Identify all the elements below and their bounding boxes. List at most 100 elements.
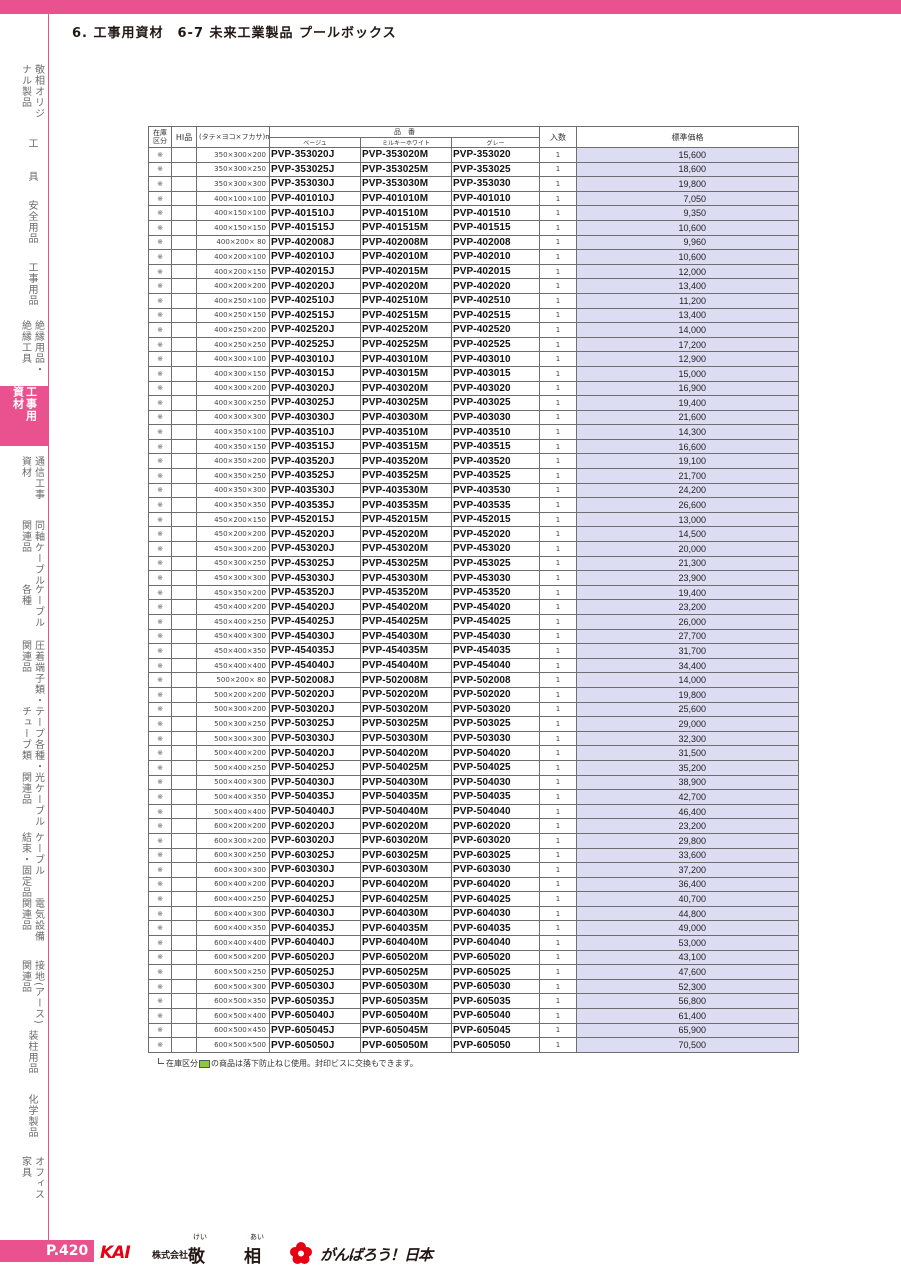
stock-mark: ※ (148, 891, 172, 907)
sidebar-category-10[interactable]: テープ各種・ チューブ類 (14, 706, 48, 772)
code-gray: PVP-605045 (450, 1022, 541, 1039)
code-beige: PVP-453025J (269, 555, 361, 572)
sidebar-category-label: ケーブル (32, 584, 44, 628)
code-gray: PVP-453030 (450, 570, 541, 586)
stock-mark: ※ (148, 555, 172, 572)
price-cell: 23,900 (576, 570, 800, 586)
sidebar-category-5[interactable]: 工事用 資材 (0, 386, 48, 446)
qty-cell: 1 (539, 789, 578, 805)
stock-mark: ※ (148, 234, 172, 251)
sidebar-category-label: 結束・固定品 (19, 832, 31, 898)
sidebar-category-label: 圧着端子類・ (32, 640, 44, 706)
code-gray: PVP-604025 (450, 891, 541, 907)
hi-cell (171, 701, 197, 718)
stock-mark: ※ (148, 614, 172, 630)
stock-mark: ※ (148, 468, 172, 484)
code-beige: PVP-403515J (269, 438, 361, 455)
code-beige: PVP-605050J (269, 1037, 361, 1053)
sidebar-category-4[interactable]: 絶縁用品・ 絶縁工具 (14, 320, 48, 380)
code-gray: PVP-353020 (450, 147, 541, 163)
company-name-2: 相 (244, 1247, 261, 1267)
table-row: ※ 450×350×200 PVP-453520J PVP-453520M PVP-45… (148, 584, 800, 601)
code-gray: PVP-604020 (450, 876, 541, 893)
table-row: ※ 400×300×250 PVP-403025J PVP-403025M PVP-40… (148, 395, 800, 411)
hi-cell (171, 891, 197, 907)
table-note: 在庫区分 の商品は落下防止ねじ使用。封印ビスに交換もできます。 (158, 1057, 418, 1069)
sidebar-category-9[interactable]: 圧着端子類・ 関連品 (14, 640, 48, 706)
stock-mark: ※ (148, 978, 172, 995)
sidebar-category-2[interactable]: 安全用品 (14, 200, 48, 250)
size-cell: 600×400×300 (196, 905, 270, 922)
table-row: ※ 500×400×300 PVP-504030J PVP-504030M PVP-50… (148, 774, 800, 791)
code-gray: PVP-402010 (450, 249, 541, 265)
size-cell: 400×250×250 (196, 336, 270, 353)
note-label: 在庫区分 (166, 1059, 198, 1068)
code-beige: PVP-402010J (269, 249, 361, 265)
code-milky-white: PVP-504030M (360, 774, 452, 791)
sidebar-category-11[interactable]: 光ケーブル 関連品 (14, 772, 48, 828)
table-row: ※ 350×300×300 PVP-353030J PVP-353030M PVP-35… (148, 176, 800, 192)
sidebar-category-3[interactable]: 工事用品 (14, 262, 48, 312)
sidebar-category-12[interactable]: ケーブル 結束・固定品 (14, 832, 48, 898)
sidebar-category-7[interactable]: 同軸ケーブル 関連品 (14, 520, 48, 586)
sidebar-category-6[interactable]: 通信工事 資材 (14, 456, 48, 508)
code-gray: PVP-402008 (450, 234, 541, 251)
qty-cell: 1 (539, 643, 578, 659)
sidebar-category-label: 同軸ケーブル (32, 520, 44, 586)
qty-cell: 1 (539, 161, 578, 178)
code-gray: PVP-402525 (450, 336, 541, 353)
sidebar-category-label: 工事用 (24, 386, 38, 422)
price-cell: 13,000 (576, 511, 800, 528)
code-milky-white: PVP-403525M (360, 468, 452, 484)
stock-mark: ※ (148, 628, 172, 645)
sidebar-category-17[interactable]: オフィス 家具 (14, 1156, 48, 1204)
price-cell: 21,700 (576, 468, 800, 484)
qty-cell: 1 (539, 322, 578, 338)
code-milky-white: PVP-503020M (360, 701, 452, 718)
top-accent-bar (0, 0, 901, 14)
qty-cell: 1 (539, 993, 578, 1010)
qty-cell: 1 (539, 803, 578, 820)
table-row: ※ 600×400×350 PVP-604035J PVP-604035M PVP-60… (148, 920, 800, 937)
code-beige: PVP-605020J (269, 949, 361, 966)
sidebar-category-0[interactable]: 敬相オリジ ナル製品 (14, 64, 48, 120)
qty-cell: 1 (539, 686, 578, 703)
hi-cell (171, 161, 197, 178)
code-gray: PVP-453020 (450, 541, 541, 557)
size-cell: 600×500×250 (196, 964, 270, 980)
code-gray: PVP-403510 (450, 424, 541, 440)
code-gray: PVP-604040 (450, 935, 541, 951)
table-row: ※ 400×200×150 PVP-402015J PVP-402015M PVP-40… (148, 263, 800, 280)
code-beige: PVP-402015J (269, 263, 361, 280)
code-beige: PVP-605035J (269, 993, 361, 1010)
sidebar-category-14[interactable]: 接地(アース) 関連品 (14, 960, 48, 1025)
code-milky-white: PVP-605050M (360, 1037, 452, 1053)
size-cell: 400×350×350 (196, 497, 270, 513)
hi-cell (171, 263, 197, 280)
sidebar-category-13[interactable]: 電気設備 関連品 (14, 898, 48, 950)
code-beige: PVP-353030J (269, 176, 361, 192)
stock-mark: ※ (148, 249, 172, 265)
code-gray: PVP-605025 (450, 964, 541, 980)
sidebar-category-label: 関連品 (19, 772, 31, 805)
sidebar-category-15[interactable]: 装柱用品 (14, 1030, 48, 1078)
qty-cell: 1 (539, 511, 578, 528)
stock-mark: ※ (148, 964, 172, 980)
code-gray: PVP-502008 (450, 672, 541, 688)
stock-mark: ※ (148, 774, 172, 791)
sidebar-category-label: 絶縁用品・ (32, 320, 44, 375)
price-cell: 19,800 (576, 686, 800, 703)
code-beige: PVP-605045J (269, 1022, 361, 1039)
code-beige: PVP-504040J (269, 803, 361, 820)
hi-cell (171, 395, 197, 411)
table-row: ※ 500×300×200 PVP-503020J PVP-503020M PVP-50… (148, 701, 800, 718)
sidebar-category-1[interactable]: 工 具 (14, 138, 48, 182)
code-beige: PVP-403025J (269, 395, 361, 411)
sidebar-category-8[interactable]: ケーブル 各種 (14, 584, 48, 634)
sidebar-category-16[interactable]: 化学製品 (14, 1094, 48, 1142)
company-prefix: 株式会社 (152, 1251, 189, 1261)
stock-mark: ※ (148, 190, 172, 207)
code-milky-white: PVP-604040M (360, 935, 452, 951)
qty-cell: 1 (539, 978, 578, 995)
stock-mark: ※ (148, 365, 172, 382)
